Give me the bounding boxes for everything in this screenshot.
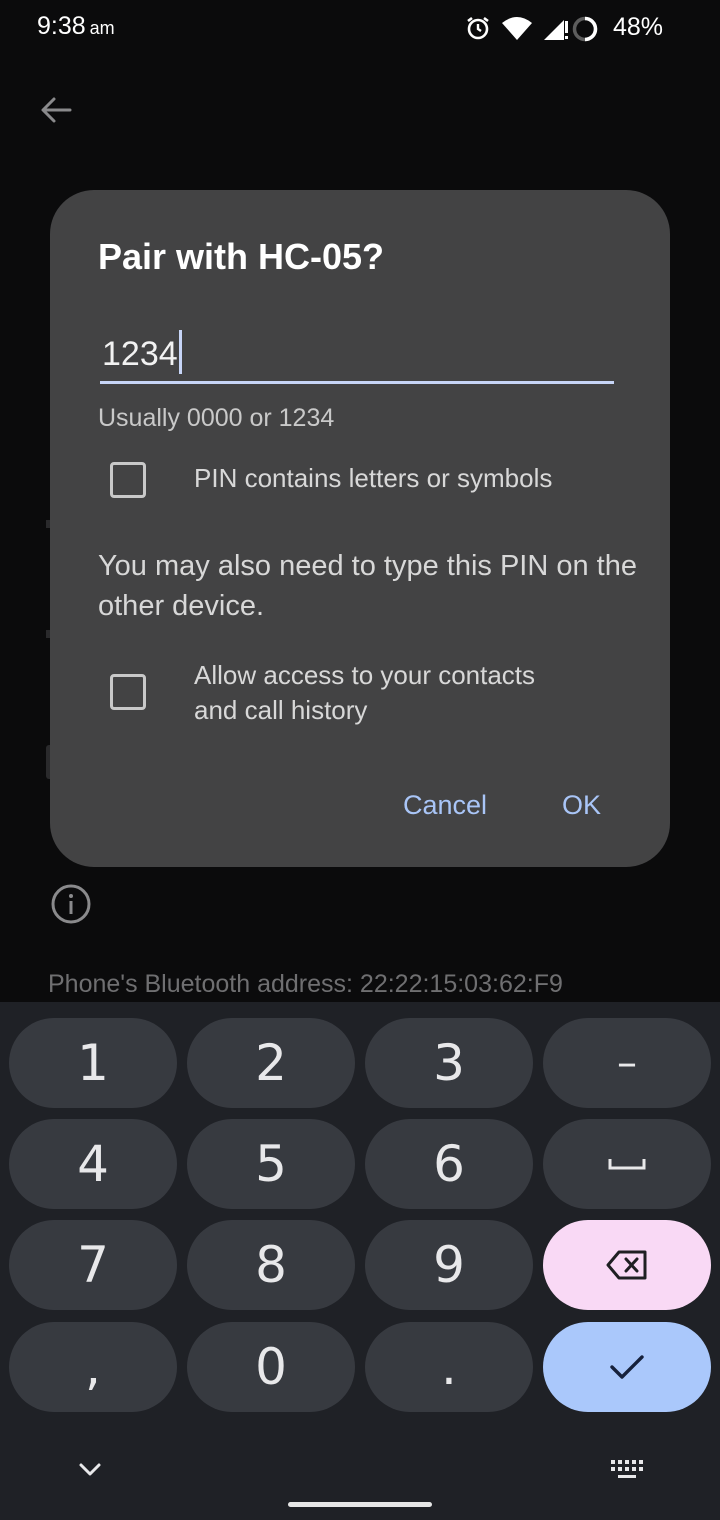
key-2[interactable]: 2	[187, 1018, 355, 1108]
key-0[interactable]: 0	[187, 1322, 355, 1412]
status-ampm: am	[89, 18, 115, 38]
pin-input[interactable]: 1234	[100, 320, 614, 384]
pin-note: You may also need to type this PIN on th…	[98, 550, 637, 622]
contacts-access-label-line1: Allow access to your contacts	[194, 660, 536, 690]
backspace-icon	[606, 1250, 647, 1280]
bluetooth-address: Phone's Bluetooth address: 22:22:15:03:6…	[48, 970, 563, 998]
cancel-button[interactable]: Cancel	[403, 790, 487, 821]
status-bar: 9:38 am 48%	[0, 0, 720, 56]
key-1[interactable]: 1	[9, 1018, 177, 1108]
pin-helper-text: Usually 0000 or 1234	[98, 404, 335, 432]
key-space[interactable]	[543, 1119, 711, 1209]
check-icon	[610, 1355, 644, 1379]
keyboard-switch-icon[interactable]	[610, 1459, 648, 1483]
ok-button[interactable]: OK	[562, 790, 601, 821]
signal-icon	[544, 20, 568, 40]
pin-value-wrap: 1234	[102, 330, 182, 374]
key-3[interactable]: 3	[365, 1018, 533, 1108]
space-icon	[608, 1159, 646, 1170]
battery-icon	[572, 16, 598, 42]
contacts-access-checkbox[interactable]	[110, 674, 146, 710]
gesture-navigation-bar[interactable]	[288, 1502, 432, 1507]
battery-percent: 48%	[612, 13, 663, 41]
pin-value: 1234	[102, 335, 178, 373]
pin-letters-option[interactable]: PIN contains letters or symbols	[110, 462, 552, 498]
key-delete[interactable]	[543, 1220, 711, 1310]
key-9[interactable]: 9	[365, 1220, 533, 1310]
wifi-icon	[502, 17, 532, 40]
key-5[interactable]: 5	[187, 1119, 355, 1209]
chevron-down-icon[interactable]	[76, 1455, 104, 1483]
dialog-title: Pair with HC-05?	[98, 236, 385, 277]
key-4[interactable]: 4	[9, 1119, 177, 1209]
key-period[interactable]: .	[365, 1322, 533, 1412]
pin-letters-checkbox[interactable]	[110, 462, 146, 498]
key-comma[interactable]: ,	[9, 1322, 177, 1412]
text-caret	[178, 330, 182, 374]
status-time: 9:38 am	[37, 12, 115, 40]
pair-dialog: Pair with HC-05? 1234 Usually 0000 or 12…	[50, 190, 670, 867]
contacts-access-option[interactable]: Allow access to your contacts and call h…	[110, 658, 535, 728]
key-dash[interactable]: –	[543, 1018, 711, 1108]
back-arrow-icon[interactable]	[36, 90, 76, 130]
status-icons	[464, 12, 570, 44]
key-enter[interactable]	[543, 1322, 711, 1412]
info-icon	[51, 884, 91, 924]
alarm-icon	[467, 16, 489, 40]
key-8[interactable]: 8	[187, 1220, 355, 1310]
contacts-access-label: Allow access to your contacts and call h…	[194, 658, 535, 728]
pin-letters-label: PIN contains letters or symbols	[194, 463, 553, 493]
key-7[interactable]: 7	[9, 1220, 177, 1310]
contacts-access-label-line2: and call history	[194, 695, 368, 725]
key-6[interactable]: 6	[365, 1119, 533, 1209]
